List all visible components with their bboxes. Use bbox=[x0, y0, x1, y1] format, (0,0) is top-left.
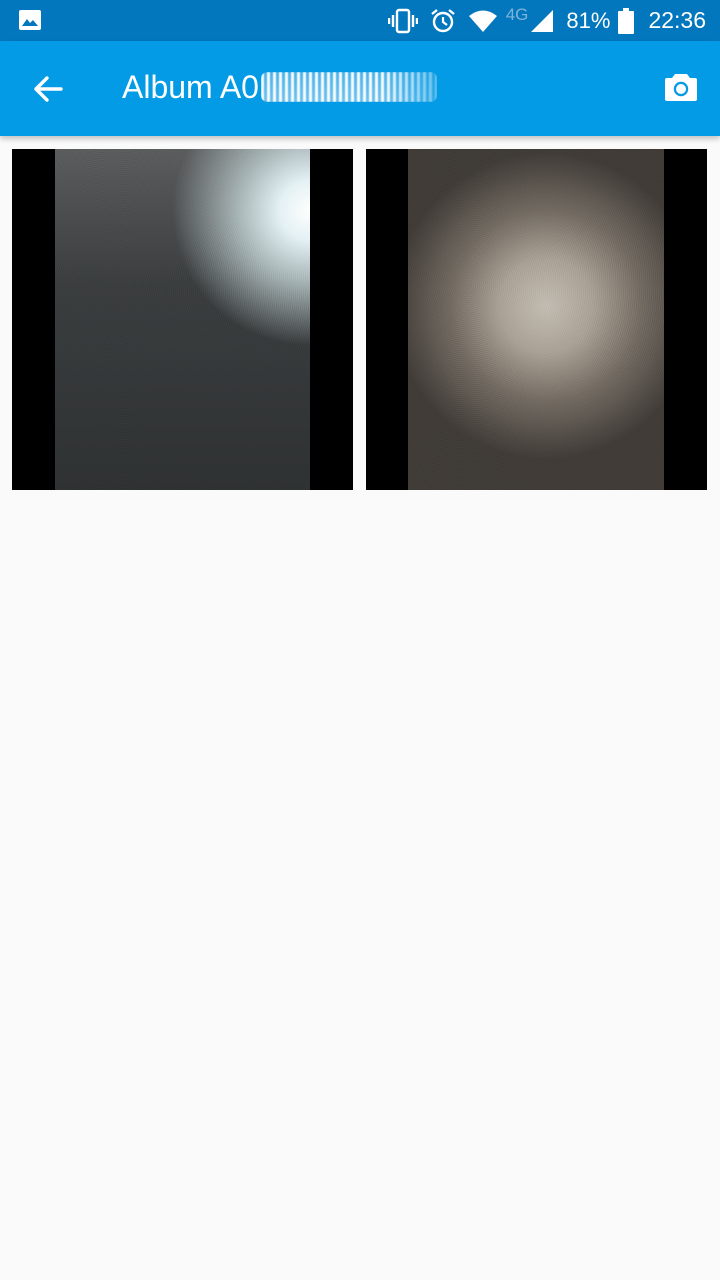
app-bar: Album A0 bbox=[0, 41, 720, 136]
photo-thumbnail-1[interactable] bbox=[12, 149, 353, 490]
network-type: 4G bbox=[505, 4, 529, 24]
page-title: Album A0 bbox=[122, 69, 437, 106]
wifi-icon bbox=[468, 9, 498, 33]
back-button[interactable] bbox=[22, 65, 74, 113]
arrow-back-icon bbox=[34, 76, 63, 102]
album-title: Album A0 bbox=[122, 69, 259, 105]
photo-thumbnail-2[interactable] bbox=[366, 149, 707, 490]
clock: 22:36 bbox=[648, 7, 706, 33]
battery-icon bbox=[618, 7, 635, 34]
battery-percent: 81% bbox=[566, 7, 611, 33]
gallery-notification-icon bbox=[18, 8, 42, 37]
alarm-icon bbox=[430, 8, 456, 34]
camera-button[interactable] bbox=[662, 67, 700, 107]
vibrate-icon bbox=[387, 8, 418, 34]
redacted-title-suffix bbox=[260, 71, 437, 102]
signal-icon bbox=[530, 9, 554, 33]
camera-icon bbox=[665, 74, 697, 101]
status-bar: 4G 81% 22:36 bbox=[0, 0, 720, 41]
